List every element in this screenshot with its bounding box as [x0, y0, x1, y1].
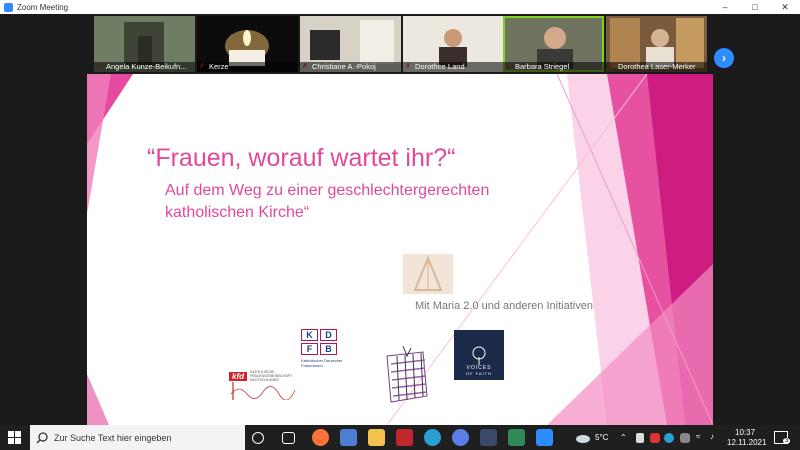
- slide-title: “Frauen, worauf wartet ihr?“: [147, 144, 456, 172]
- app-icon[interactable]: [396, 429, 413, 446]
- zoom-taskbar-icon[interactable]: [536, 429, 553, 446]
- participant-tile[interactable]: ✗ Angela Kunze-Beikufn...: [94, 16, 195, 72]
- slide-footer-text: Mit Maria 2.0 und anderen Initiativen: [415, 300, 593, 312]
- chat-icon[interactable]: [452, 429, 469, 446]
- file-explorer-icon[interactable]: [368, 429, 385, 446]
- tree-icon: [472, 346, 486, 365]
- telegram-tray-icon[interactable]: [664, 433, 674, 443]
- clock-date[interactable]: 12.11.2021: [727, 438, 766, 447]
- wifi-icon[interactable]: ≈: [696, 432, 700, 441]
- notification-badge: 3: [783, 438, 791, 444]
- search-icon: [36, 431, 48, 443]
- maximize-icon[interactable]: □: [740, 0, 770, 14]
- volume-icon[interactable]: ♪: [710, 432, 714, 441]
- participant-name: Barbara Striegel: [503, 62, 604, 72]
- window-title: Zoom Meeting: [17, 2, 69, 12]
- slide-subtitle-line-2: katholischen Kirche“: [165, 204, 310, 221]
- voices-of-faith-logo: VOICES OF FAITH: [454, 330, 504, 380]
- window-titlebar: Zoom Meeting – □ ✕: [0, 0, 800, 14]
- search-placeholder: Zur Suche Text hier eingeben: [54, 432, 172, 443]
- kdfb-caption: Katholischer Deutscher Frauenbund: [301, 358, 343, 368]
- windows-taskbar: Zur Suche Text hier eingeben 5°C ⌃ ≈ ♪ 1…: [0, 425, 800, 450]
- weather-temp: 5°C: [595, 433, 609, 442]
- window-controls: – □ ✕: [710, 0, 800, 14]
- participant-tile[interactable]: ✗ Dorothea Laser-Merker: [606, 16, 707, 72]
- kfd-signature: [230, 382, 296, 401]
- slide-subtitle-line-1: Auf dem Weg zu einer geschlechtergerecht…: [165, 182, 490, 199]
- kdfb-letter: D: [320, 329, 337, 341]
- participant-name: Dorothee Land: [403, 62, 504, 72]
- kdfb-letter: F: [301, 343, 318, 355]
- tray-app-icon[interactable]: [650, 433, 660, 443]
- next-page-button[interactable]: ›: [714, 48, 734, 68]
- kfd-caption: KATHOLISCHE FRAUENGEMEINSCHAFT DEUTSCHLA…: [250, 370, 293, 382]
- microphone-icon[interactable]: [636, 433, 644, 443]
- zoom-app-icon: [4, 2, 13, 12]
- participant-name: Kerze: [197, 62, 298, 72]
- participant-name: Dorothea Laser-Merker: [606, 62, 707, 72]
- kdfb-logo: K D F B Katholischer Deutscher Frauenbun…: [301, 329, 345, 368]
- chevron-up-icon[interactable]: ⌃: [620, 433, 627, 442]
- participant-tile[interactable]: ✗ Christiane A.-Pokoj: [300, 16, 401, 72]
- participant-name: Christiane A.-Pokoj: [300, 62, 401, 72]
- weather-cloud-icon: [576, 435, 590, 443]
- kdfb-letter: K: [301, 329, 318, 341]
- shared-slide: “Frauen, worauf wartet ihr?“ Auf dem Weg…: [87, 74, 713, 425]
- participant-name: Angela Kunze-Beikufn...: [94, 62, 195, 72]
- participant-strip: ✗ Angela Kunze-Beikufn... ✗ Kerze ✗ Chri…: [0, 14, 800, 74]
- maria-2-logo: [403, 254, 453, 294]
- woven-cross-logo: [386, 346, 428, 403]
- vof-line-2: OF FAITH: [466, 371, 492, 376]
- participant-tile[interactable]: ✗ Dorothee Land: [403, 16, 504, 72]
- close-icon[interactable]: ✕: [770, 0, 800, 14]
- cortana-icon[interactable]: [252, 432, 264, 444]
- shield-icon[interactable]: [508, 429, 525, 446]
- clock-time[interactable]: 10:37: [735, 428, 755, 437]
- task-view-icon[interactable]: [282, 432, 295, 444]
- kfd-label: kfd: [229, 371, 247, 381]
- firefox-icon[interactable]: [312, 429, 329, 446]
- app-icon[interactable]: [340, 429, 357, 446]
- kfd-logo: kfd KATHOLISCHE FRAUENGEMEINSCHAFT DEUTS…: [229, 370, 301, 405]
- participant-tile-active[interactable]: ✗ Barbara Striegel: [503, 16, 604, 72]
- tray-app-icon[interactable]: [680, 433, 690, 443]
- telegram-icon[interactable]: [424, 429, 441, 446]
- windows-start-icon[interactable]: [8, 431, 22, 445]
- app-icon[interactable]: [480, 429, 497, 446]
- minimize-icon[interactable]: –: [710, 0, 740, 14]
- participant-tile[interactable]: ✗ Kerze: [197, 16, 298, 72]
- taskbar-search-box[interactable]: Zur Suche Text hier eingeben: [30, 425, 245, 450]
- kdfb-letter: B: [320, 343, 337, 355]
